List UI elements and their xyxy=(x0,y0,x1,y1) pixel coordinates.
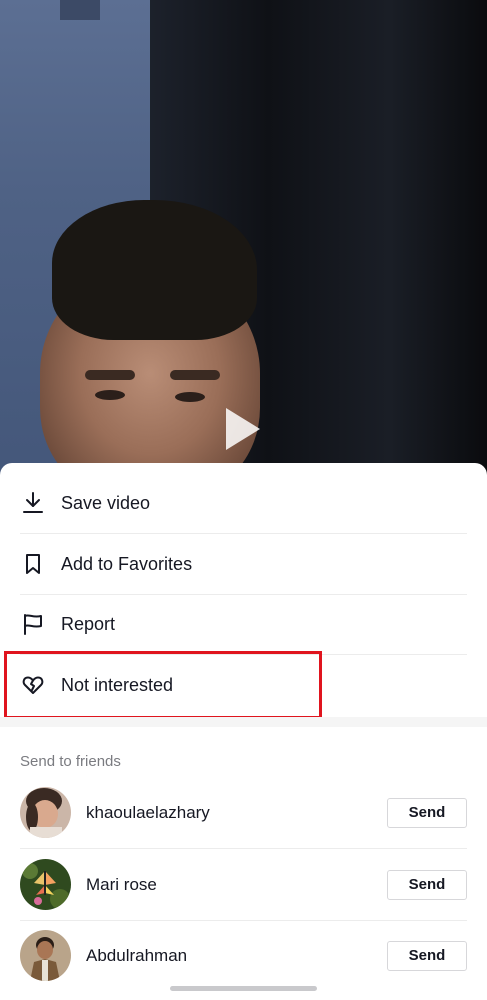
flag-icon xyxy=(20,611,46,637)
video-player[interactable] xyxy=(0,0,487,480)
friend-row: Abdulrahman Send xyxy=(20,920,467,991)
send-button[interactable]: Send xyxy=(387,940,467,971)
add-to-favorites-button[interactable]: Add to Favorites xyxy=(20,534,467,595)
home-indicator[interactable] xyxy=(170,986,317,991)
send-button[interactable]: Send xyxy=(387,797,467,828)
video-frame-detail xyxy=(60,0,100,20)
save-video-label: Save video xyxy=(61,492,151,513)
video-frame-detail xyxy=(170,370,220,380)
video-frame-detail xyxy=(85,370,135,380)
bookmark-icon xyxy=(20,551,46,577)
save-video-button[interactable]: Save video xyxy=(20,473,467,534)
send-to-friends-title: Send to friends xyxy=(20,753,121,770)
friend-name: Mari rose xyxy=(86,874,157,894)
friend-row: Mari rose Send xyxy=(20,849,467,921)
section-divider xyxy=(0,717,487,727)
broken-heart-icon xyxy=(20,672,46,698)
friend-name: Abdulrahman xyxy=(86,945,188,965)
not-interested-button[interactable]: Not interested xyxy=(20,655,467,715)
friend-row: khaoulaelazhary Send xyxy=(20,777,467,849)
add-to-favorites-label: Add to Favorites xyxy=(61,553,193,574)
avatar[interactable] xyxy=(20,930,71,981)
download-icon xyxy=(20,490,46,516)
avatar[interactable] xyxy=(20,787,71,838)
video-frame-detail xyxy=(95,390,125,400)
play-icon[interactable] xyxy=(226,408,260,450)
share-bottom-sheet: Save video Add to Favorites Report Not i… xyxy=(0,463,487,1000)
friend-name: khaoulaelazhary xyxy=(86,802,210,822)
report-button[interactable]: Report xyxy=(20,594,467,655)
video-frame-hair xyxy=(52,200,257,340)
video-frame-detail xyxy=(175,392,205,402)
avatar[interactable] xyxy=(20,859,71,910)
not-interested-label: Not interested xyxy=(61,674,174,695)
report-label: Report xyxy=(61,613,116,634)
send-button[interactable]: Send xyxy=(387,869,467,900)
